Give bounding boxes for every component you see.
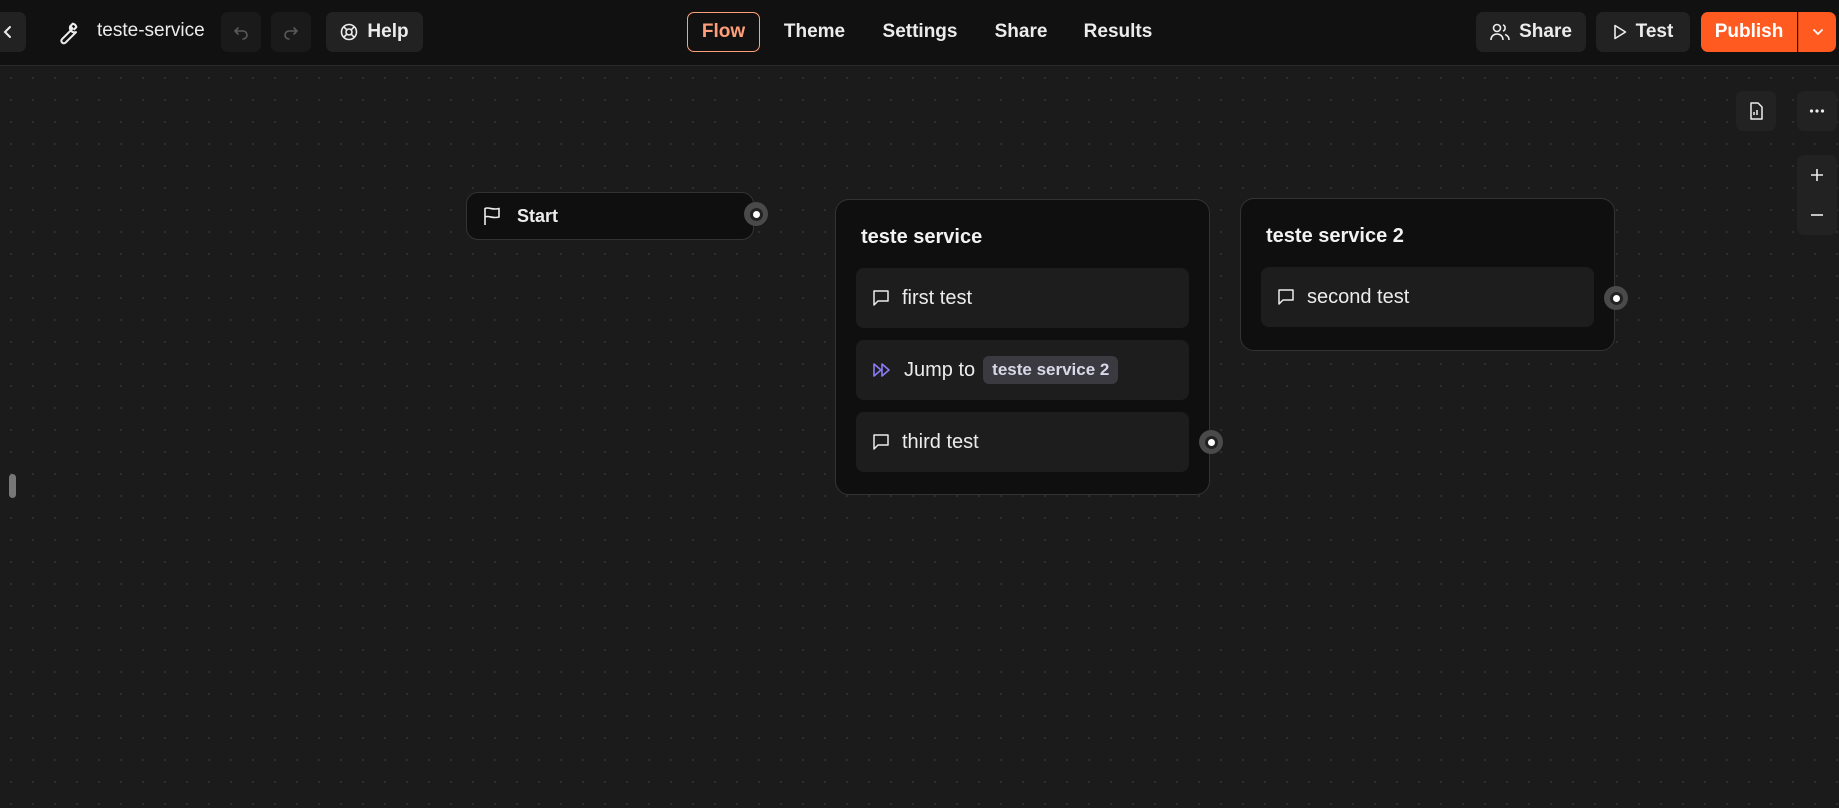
block-label: third test	[902, 430, 979, 453]
share-button[interactable]: Share	[1476, 12, 1586, 52]
flag-icon	[484, 207, 500, 225]
fast-forward-icon	[873, 363, 890, 377]
more-horizontal-icon	[1809, 109, 1825, 113]
chevron-down-icon	[1812, 29, 1823, 36]
tab-theme[interactable]: Theme	[772, 12, 857, 52]
start-node[interactable]: Start	[466, 192, 754, 240]
help-button[interactable]: Help	[326, 12, 423, 52]
jump-label: Jump to	[904, 358, 976, 381]
tab-share-label: Share	[994, 21, 1048, 42]
project-title[interactable]: teste-service	[97, 20, 205, 42]
group-title[interactable]: teste service	[861, 226, 982, 249]
zoom-controls	[1797, 155, 1837, 235]
settings-icon-button[interactable]	[50, 16, 84, 50]
tab-theme-label: Theme	[783, 21, 846, 42]
test-label: Test	[1635, 21, 1674, 42]
zoom-in-button[interactable]	[1797, 155, 1837, 195]
redo-button[interactable]	[271, 12, 311, 52]
minus-icon	[1811, 214, 1823, 216]
group-card[interactable]: teste service first test Jump to teste s…	[835, 199, 1210, 495]
block-endpoint[interactable]	[1199, 430, 1223, 454]
publish-label: Publish	[1714, 21, 1784, 42]
chat-bubble-icon	[873, 434, 889, 450]
tab-settings[interactable]: Settings	[870, 12, 970, 52]
scroll-handle[interactable]	[9, 474, 16, 498]
users-icon	[1490, 23, 1510, 41]
chat-bubble-icon	[873, 290, 889, 306]
start-node-endpoint[interactable]	[744, 202, 768, 226]
zoom-out-button[interactable]	[1797, 195, 1837, 235]
lifebuoy-icon	[341, 23, 358, 41]
flow-canvas[interactable]: Start teste service first test Jump to t…	[0, 67, 1839, 808]
test-button[interactable]: Test	[1596, 12, 1690, 52]
undo-icon	[233, 27, 248, 40]
text-block[interactable]: second test	[1261, 267, 1594, 327]
text-block[interactable]: third test	[856, 412, 1189, 472]
help-label: Help	[367, 21, 409, 42]
play-icon	[1613, 24, 1626, 40]
jump-block[interactable]: Jump to teste service 2	[856, 340, 1189, 400]
publish-menu-button[interactable]	[1798, 12, 1836, 52]
start-node-label: Start	[517, 205, 559, 226]
block-endpoint[interactable]	[1604, 286, 1628, 310]
block-label: first test	[902, 286, 973, 309]
jump-target-tag: teste service 2	[983, 356, 1119, 384]
tab-flow-label: Flow	[701, 21, 746, 42]
chevron-left-icon	[3, 26, 11, 38]
chat-bubble-icon	[1278, 289, 1294, 305]
preview-button[interactable]	[1736, 91, 1776, 131]
publish-button[interactable]: Publish	[1701, 12, 1797, 52]
block-label: second test	[1307, 285, 1410, 308]
undo-button[interactable]	[221, 12, 261, 52]
top-bar: teste-service Help Flow Theme Settings S…	[0, 0, 1839, 66]
share-label: Share	[1519, 21, 1572, 42]
tab-settings-label: Settings	[882, 21, 958, 42]
redo-icon	[284, 27, 299, 40]
tab-results[interactable]: Results	[1075, 12, 1161, 52]
back-button[interactable]	[0, 12, 26, 52]
group-card[interactable]: teste service 2 second test	[1240, 198, 1615, 351]
more-button[interactable]	[1797, 91, 1837, 131]
document-icon	[1750, 102, 1763, 120]
plus-icon	[1811, 169, 1823, 181]
group-title[interactable]: teste service 2	[1266, 225, 1404, 248]
tab-results-label: Results	[1083, 21, 1153, 42]
text-block[interactable]: first test	[856, 268, 1189, 328]
tab-flow[interactable]: Flow	[687, 12, 760, 52]
wrench-icon	[60, 22, 78, 45]
tab-share[interactable]: Share	[985, 12, 1057, 52]
